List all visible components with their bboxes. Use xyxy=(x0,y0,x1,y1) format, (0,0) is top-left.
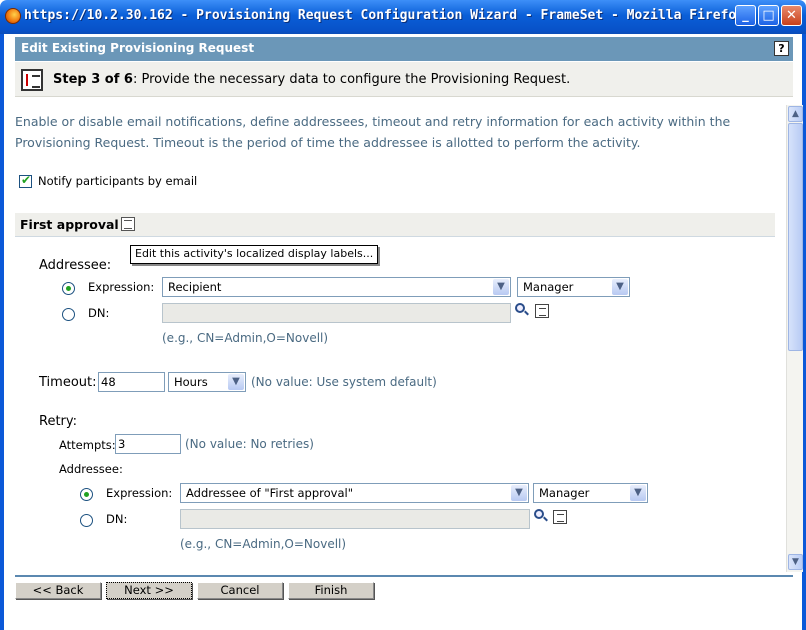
chevron-down-icon: ▼ xyxy=(228,374,244,390)
window-title: https://10.2.30.162 - Provisioning Reque… xyxy=(24,8,745,23)
chevron-down-icon: ▼ xyxy=(612,279,628,295)
window-frame-left xyxy=(0,34,4,630)
finish-button[interactable]: Finish xyxy=(288,582,374,599)
page-title: Edit Existing Provisioning Request xyxy=(21,41,255,55)
addressee-label: Addressee: xyxy=(39,258,112,273)
tooltip: Edit this activity's localized display l… xyxy=(130,245,379,264)
attempts-hint: (No value: No retries) xyxy=(185,437,314,451)
attempts-input[interactable]: 3 xyxy=(115,434,181,454)
notify-checkbox[interactable] xyxy=(19,173,32,188)
chevron-down-icon: ▼ xyxy=(511,485,527,501)
retry-expression-radio[interactable] xyxy=(80,488,93,501)
retry-dn-hint: (e.g., CN=Admin,O=Novell) xyxy=(180,537,347,551)
vertical-scrollbar[interactable]: ▲ ▼ xyxy=(786,105,803,572)
search-icon[interactable] xyxy=(534,509,548,523)
retry-expression-label: Expression: xyxy=(106,486,173,500)
content-pane[interactable]: Enable or disable email notifications, d… xyxy=(15,105,785,572)
retry-dn-radio[interactable] xyxy=(80,514,93,527)
chevron-down-icon: ▼ xyxy=(493,279,509,295)
maximize-button[interactable]: □ xyxy=(758,5,779,26)
chevron-down-icon: ▼ xyxy=(630,485,646,501)
wizard-step-icon xyxy=(21,69,43,91)
expression-value: Recipient xyxy=(168,280,222,294)
page-header: Edit Existing Provisioning Request ? xyxy=(15,37,793,61)
retry-addressee-label: Addressee: xyxy=(59,462,123,476)
expression-select[interactable]: Recipient ▼ xyxy=(162,277,511,297)
timeout-hint: (No value: Use system default) xyxy=(251,375,437,389)
help-icon[interactable]: ? xyxy=(774,41,789,56)
back-button[interactable]: << Back xyxy=(15,582,101,599)
expression-radio[interactable] xyxy=(62,282,75,295)
retry-dn-label: DN: xyxy=(106,512,128,526)
dn-radio[interactable] xyxy=(62,308,75,321)
firefox-icon xyxy=(5,8,21,24)
search-icon[interactable] xyxy=(515,303,529,317)
retry-expression-select[interactable]: Addressee of "First approval" ▼ xyxy=(180,483,529,503)
edit-labels-icon[interactable] xyxy=(121,217,135,231)
step-description: : Provide the necessary data to configur… xyxy=(132,72,571,87)
step-text: Step 3 of 6: Provide the necessary data … xyxy=(53,72,570,87)
attempts-label: Attempts: xyxy=(59,438,116,452)
window-title-bar[interactable]: https://10.2.30.162 - Provisioning Reque… xyxy=(0,0,806,34)
cancel-button[interactable]: Cancel xyxy=(197,582,283,599)
timeout-unit-value: Hours xyxy=(174,375,208,389)
expression-type-value: Manager xyxy=(523,280,574,294)
dn-input[interactable] xyxy=(162,303,511,323)
description-text: Enable or disable email notifications, d… xyxy=(15,114,731,150)
retry-expression-type-select[interactable]: Manager ▼ xyxy=(533,483,648,503)
expression-type-select[interactable]: Manager ▼ xyxy=(517,277,630,297)
scroll-up-button[interactable]: ▲ xyxy=(788,106,803,122)
activity-title: First approval xyxy=(20,217,119,232)
expression-label: Expression: xyxy=(88,280,155,294)
next-button[interactable]: Next >> xyxy=(106,582,192,599)
history-icon[interactable] xyxy=(553,510,567,524)
retry-dn-input[interactable] xyxy=(180,509,530,529)
dn-hint: (e.g., CN=Admin,O=Novell) xyxy=(162,331,329,345)
minimize-button[interactable]: _ xyxy=(735,5,756,26)
close-button[interactable]: ✕ xyxy=(781,5,802,26)
retry-expression-type-value: Manager xyxy=(539,486,590,500)
history-icon[interactable] xyxy=(535,304,549,318)
scrollbar-thumb[interactable] xyxy=(788,123,803,351)
dn-label: DN: xyxy=(88,306,110,320)
retry-label: Retry: xyxy=(39,414,78,429)
step-banner: Step 3 of 6: Provide the necessary data … xyxy=(15,62,793,97)
activity-section-header: First approval xyxy=(15,213,775,237)
footer-divider xyxy=(15,575,793,577)
timeout-label: Timeout: xyxy=(39,375,97,390)
step-label: Step 3 of 6 xyxy=(53,72,133,87)
scroll-down-button[interactable]: ▼ xyxy=(788,554,803,570)
timeout-unit-select[interactable]: Hours ▼ xyxy=(168,372,246,392)
notify-label: Notify participants by email xyxy=(38,174,198,188)
retry-expression-value: Addressee of "First approval" xyxy=(186,486,353,500)
timeout-input[interactable]: 48 xyxy=(98,372,165,392)
